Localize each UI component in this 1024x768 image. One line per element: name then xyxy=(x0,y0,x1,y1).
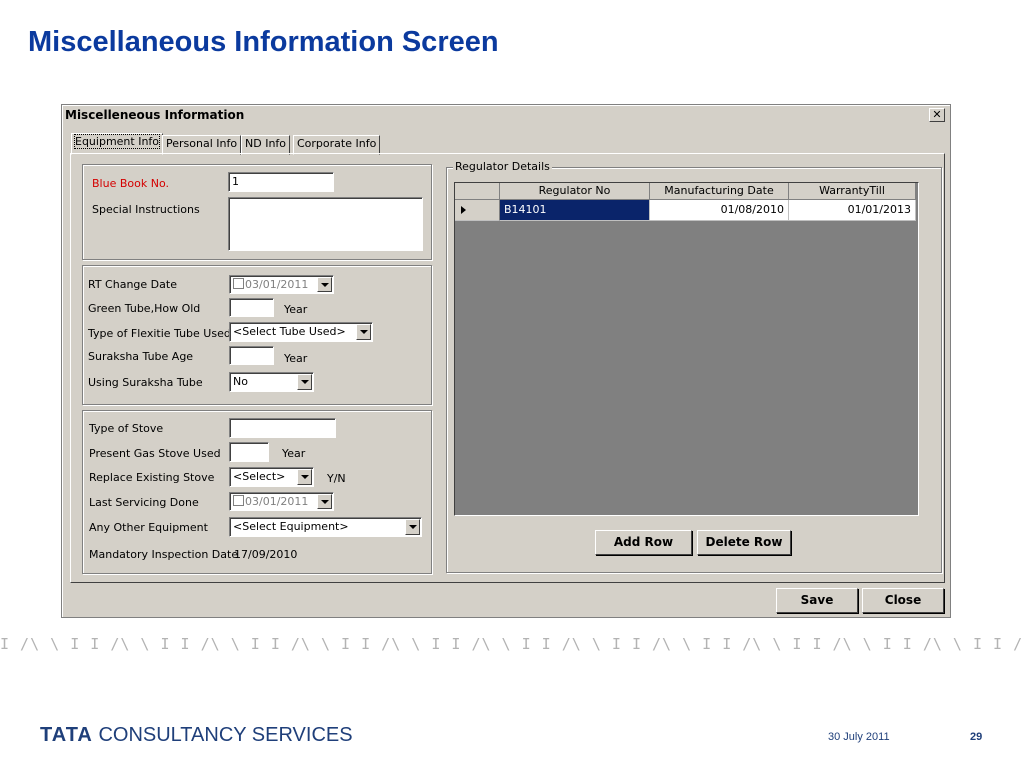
last-servicing-picker[interactable]: 03/01/2011 xyxy=(229,492,334,511)
type-of-stove-label: Type of Stove xyxy=(89,422,164,435)
present-gas-stove-unit: Year xyxy=(282,447,306,460)
tab-equipment-info[interactable]: Equipment Info xyxy=(71,133,164,155)
cell-manufacturing-date[interactable]: 01/08/2010 xyxy=(650,200,789,221)
replace-stove-hint: Y/N xyxy=(327,472,346,485)
column-header-regulator-no[interactable]: Regulator No xyxy=(500,183,650,200)
replace-stove-select[interactable]: <Select> xyxy=(229,467,314,487)
footer-date: 30 July 2011 xyxy=(828,731,890,743)
chevron-down-icon[interactable] xyxy=(317,494,332,509)
regulator-grid[interactable]: Regulator No Manufacturing Date Warranty… xyxy=(454,182,919,516)
window-title: Miscelleneous Information xyxy=(65,108,245,122)
row-header-corner xyxy=(455,183,500,200)
tcs-logo: TATA CONSULTANCY SERVICES xyxy=(40,724,353,747)
suraksha-age-label: Suraksha Tube Age xyxy=(88,350,194,363)
special-instructions-label: Special Instructions xyxy=(92,203,200,216)
green-tube-input[interactable] xyxy=(229,298,274,317)
regulator-details-legend: Regulator Details xyxy=(453,160,552,173)
other-equipment-label: Any Other Equipment xyxy=(89,521,208,534)
save-button[interactable]: Save xyxy=(776,588,858,613)
chevron-down-icon[interactable] xyxy=(405,519,420,535)
window-titlebar: Miscelleneous Information ✕ xyxy=(63,106,949,124)
column-header-manufacturing-date[interactable]: Manufacturing Date xyxy=(650,183,789,200)
tab-corporate-info[interactable]: Corporate Info xyxy=(293,135,381,155)
using-suraksha-label: Using Suraksha Tube xyxy=(88,376,203,389)
tab-label: Equipment Info xyxy=(73,134,161,149)
checkbox-icon[interactable] xyxy=(233,495,244,506)
column-header-warranty-till[interactable]: WarrantyTill xyxy=(789,183,916,200)
chevron-down-icon[interactable] xyxy=(317,277,332,292)
green-tube-label: Green Tube,How Old xyxy=(88,302,201,315)
tab-nd-info[interactable]: ND Info xyxy=(241,135,291,155)
blue-book-input[interactable]: 1 xyxy=(228,172,334,192)
tata-wordmark: TATA xyxy=(40,724,93,746)
blue-book-label: Blue Book No. xyxy=(92,177,169,190)
delete-row-button[interactable]: Delete Row xyxy=(697,530,791,555)
tab-personal-info[interactable]: Personal Info xyxy=(162,135,242,155)
checkbox-icon[interactable] xyxy=(233,278,244,289)
current-row-arrow-icon xyxy=(461,206,466,214)
slide-title: Miscellaneous Information Screen xyxy=(28,26,499,58)
type-of-stove-input[interactable] xyxy=(229,418,336,438)
replace-stove-label: Replace Existing Stove xyxy=(89,471,215,484)
last-servicing-value: 03/01/2011 xyxy=(245,495,309,508)
chevron-down-icon[interactable] xyxy=(356,324,371,340)
tab-label: Corporate Info xyxy=(297,137,377,150)
flexitie-tube-label: Type of Flexitie Tube Used xyxy=(88,327,231,340)
cell-regulator-no[interactable]: B14101 xyxy=(500,200,650,221)
tab-label: Personal Info xyxy=(166,137,238,150)
using-suraksha-value: No xyxy=(233,375,248,388)
add-row-button[interactable]: Add Row xyxy=(595,530,692,555)
green-tube-unit: Year xyxy=(284,303,308,316)
rt-change-date-value: 03/01/2011 xyxy=(245,278,309,291)
rt-change-date-picker[interactable]: 03/01/2011 xyxy=(229,275,334,294)
row-selector[interactable] xyxy=(455,200,500,221)
cell-warranty-till[interactable]: 01/01/2013 xyxy=(789,200,916,221)
close-icon[interactable]: ✕ xyxy=(929,108,945,122)
replace-stove-value: <Select> xyxy=(233,470,286,483)
other-equipment-select[interactable]: <Select Equipment> xyxy=(229,517,422,537)
suraksha-age-unit: Year xyxy=(284,352,308,365)
special-instructions-textarea[interactable] xyxy=(228,197,423,251)
present-gas-stove-input[interactable] xyxy=(229,442,269,462)
last-servicing-label: Last Servicing Done xyxy=(89,496,199,509)
present-gas-stove-label: Present Gas Stove Used xyxy=(89,447,221,460)
flexitie-tube-value: <Select Tube Used> xyxy=(233,325,346,338)
decorative-stripe: I /\ \ I I /\ \ I I /\ \ I I /\ \ I I /\… xyxy=(0,635,1024,653)
tab-label: ND Info xyxy=(245,137,287,150)
rt-change-date-label: RT Change Date xyxy=(88,278,177,291)
mandatory-inspection-value: 17/09/2010 xyxy=(234,548,298,561)
consultancy-services-wordmark: CONSULTANCY SERVICES xyxy=(98,724,353,746)
suraksha-age-input[interactable] xyxy=(229,346,274,365)
page-number: 29 xyxy=(970,731,983,743)
chevron-down-icon[interactable] xyxy=(297,469,312,485)
close-button[interactable]: Close xyxy=(862,588,944,613)
using-suraksha-select[interactable]: No xyxy=(229,372,314,392)
flexitie-tube-select[interactable]: <Select Tube Used> xyxy=(229,322,373,342)
mandatory-inspection-label: Mandatory Inspection Date xyxy=(89,548,239,561)
other-equipment-value: <Select Equipment> xyxy=(233,520,349,533)
chevron-down-icon[interactable] xyxy=(297,374,312,390)
